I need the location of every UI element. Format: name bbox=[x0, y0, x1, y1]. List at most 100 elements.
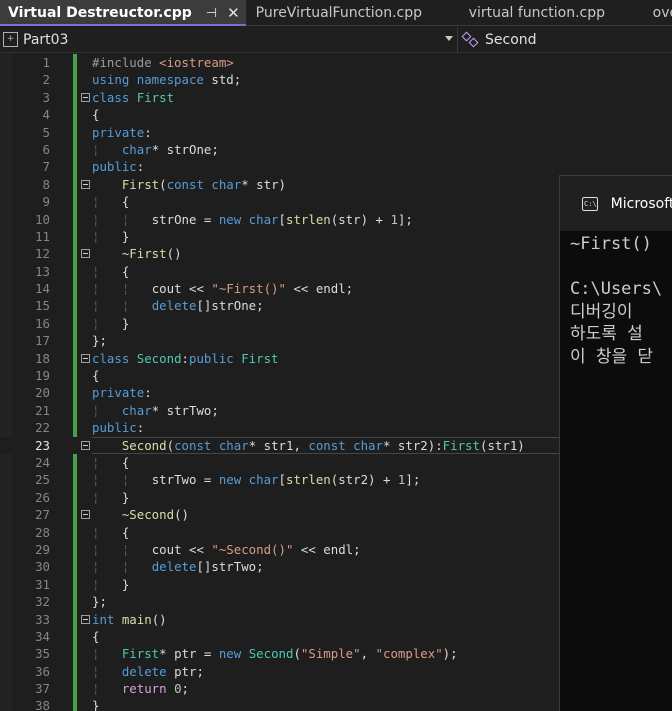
code-text: class First bbox=[92, 89, 672, 106]
chevron-down-icon[interactable] bbox=[445, 36, 453, 41]
console-line: 하도록 설 bbox=[570, 324, 643, 344]
code-token: : bbox=[136, 159, 145, 175]
line-number: 34 bbox=[35, 628, 50, 644]
code-line[interactable]: 2 using namespace std; bbox=[0, 71, 672, 88]
code-token: ~First bbox=[121, 246, 167, 262]
code-token: Second bbox=[136, 350, 182, 366]
navigation-bar: + Part03 Second bbox=[0, 27, 672, 53]
code-token: * str1, bbox=[248, 437, 309, 453]
console-title-bar[interactable]: C:\ Microsoft bbox=[560, 176, 672, 231]
project-dropdown[interactable]: + Part03 bbox=[0, 27, 458, 52]
code-token: char bbox=[121, 141, 152, 157]
code-token: cout << bbox=[151, 541, 212, 557]
collapse-icon[interactable] bbox=[81, 179, 90, 189]
line-number: 2 bbox=[42, 72, 50, 88]
line-number: 36 bbox=[35, 663, 50, 679]
tab-label: virtual function.cpp bbox=[468, 5, 605, 21]
tab-virtual-destreuctor[interactable]: Virtual Destreuctor.cpp ⊣ ✕ bbox=[0, 0, 246, 26]
code-token: ¦ ¦ bbox=[92, 211, 152, 227]
console-window[interactable]: C:\ Microsoft ~First() C:\Users\ 디버깅이 하도록 설… bbox=[559, 175, 672, 711]
line-number: 28 bbox=[35, 524, 50, 540]
code-token: () bbox=[166, 246, 182, 262]
line-number: 33 bbox=[35, 611, 50, 627]
code-token: const char bbox=[308, 437, 383, 453]
code-token: new bbox=[218, 646, 249, 662]
code-token: { bbox=[92, 107, 100, 123]
line-number: 37 bbox=[35, 681, 50, 697]
code-token: delete bbox=[121, 663, 175, 679]
code-token: ptr; bbox=[174, 663, 204, 679]
code-token: ¦ bbox=[92, 263, 122, 279]
collapse-icon[interactable] bbox=[81, 440, 90, 450]
code-token: } bbox=[121, 228, 130, 244]
class-dropdown[interactable]: Second bbox=[461, 27, 537, 52]
line-number: 23 bbox=[35, 437, 50, 453]
code-line[interactable]: 3 class First bbox=[0, 89, 672, 106]
code-line[interactable]: 6 ¦ char* strOne; bbox=[0, 141, 672, 158]
code-token: strlen bbox=[285, 211, 331, 227]
collapse-icon[interactable] bbox=[81, 353, 90, 363]
code-text: { bbox=[92, 106, 672, 123]
code-token: } bbox=[121, 315, 130, 331]
code-token: return bbox=[121, 681, 175, 697]
code-token: ¦ bbox=[92, 141, 122, 157]
line-number: 13 bbox=[35, 263, 50, 279]
project-label: Part03 bbox=[23, 31, 69, 48]
code-token: ¦ bbox=[92, 315, 122, 331]
code-token: main bbox=[121, 611, 152, 627]
collapse-icon[interactable] bbox=[81, 249, 90, 259]
code-token: public bbox=[92, 420, 137, 436]
code-token: { bbox=[92, 628, 100, 644]
code-text: public: bbox=[92, 158, 672, 175]
line-number: 21 bbox=[35, 402, 50, 418]
console-title: Microsoft bbox=[610, 195, 672, 212]
code-token: : bbox=[181, 350, 189, 366]
code-token: ¦ bbox=[92, 576, 122, 592]
code-line[interactable]: 4{ bbox=[0, 106, 672, 123]
code-token: : bbox=[144, 385, 152, 401]
code-line[interactable]: 7 public: bbox=[0, 158, 672, 175]
code-token: ¦ bbox=[92, 489, 122, 505]
line-number: 19 bbox=[35, 368, 50, 384]
close-icon[interactable]: ✕ bbox=[227, 4, 240, 22]
code-token: delete bbox=[151, 298, 197, 314]
code-token: (str) + bbox=[330, 211, 391, 227]
code-token: { bbox=[121, 194, 130, 210]
collapse-icon[interactable] bbox=[81, 614, 90, 624]
code-token: 1 bbox=[390, 211, 398, 227]
code-token: : bbox=[136, 420, 145, 436]
code-token: ( bbox=[166, 437, 175, 453]
code-token: (str2) + bbox=[330, 472, 398, 488]
line-number: 31 bbox=[35, 576, 50, 592]
code-token: "complex" bbox=[375, 646, 443, 662]
line-number: 3 bbox=[42, 89, 50, 105]
code-line[interactable]: 1 #include <iostream> bbox=[0, 54, 672, 71]
code-token: }; bbox=[92, 333, 107, 349]
tab-overriding[interactable]: overridi bbox=[647, 0, 672, 26]
code-token: ¦ bbox=[92, 524, 122, 540]
line-number: 35 bbox=[35, 646, 50, 662]
line-number: 24 bbox=[35, 454, 50, 470]
code-token: private bbox=[92, 124, 145, 140]
tab-purevirtualfunction[interactable]: PureVirtualFunction.cpp bbox=[246, 0, 461, 26]
line-number: 9 bbox=[42, 194, 50, 210]
code-line[interactable]: 5 private: bbox=[0, 124, 672, 141]
collapse-icon[interactable] bbox=[81, 510, 90, 520]
code-token: strlen bbox=[285, 472, 331, 488]
code-token: }; bbox=[92, 594, 107, 610]
pin-icon[interactable]: ⊣ bbox=[206, 6, 217, 21]
line-number: 27 bbox=[35, 507, 50, 523]
code-token: "Simple" bbox=[300, 646, 361, 662]
line-number: 8 bbox=[42, 176, 50, 192]
line-number: 20 bbox=[35, 385, 50, 401]
code-token: ¦ bbox=[92, 646, 122, 662]
code-token: using namespace bbox=[92, 72, 212, 88]
code-token: public bbox=[92, 159, 137, 175]
code-token: int bbox=[92, 611, 122, 627]
code-token: First bbox=[136, 89, 175, 105]
collapse-icon[interactable] bbox=[81, 92, 90, 102]
tab-virtual-function[interactable]: virtual function.cpp bbox=[461, 0, 647, 26]
